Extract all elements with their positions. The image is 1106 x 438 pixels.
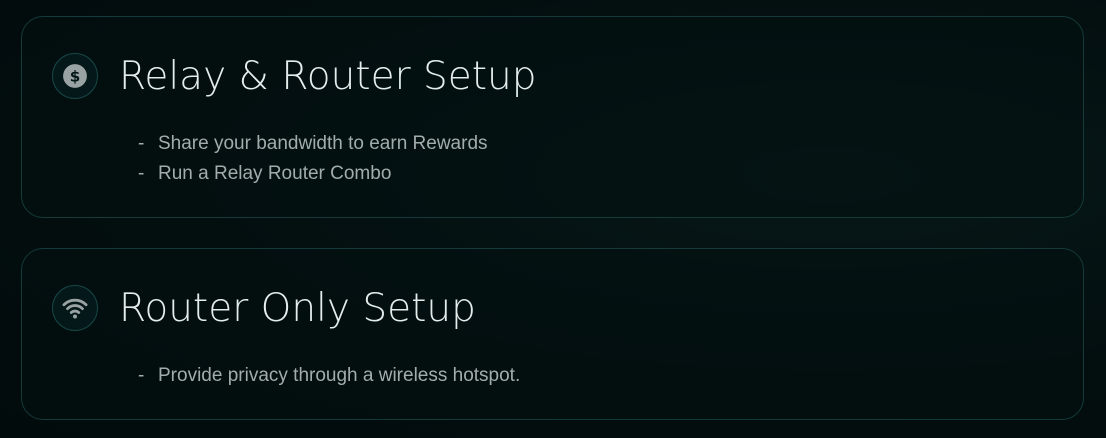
relay-router-setup-card[interactable]: $ Relay & Router Setup - Share your bandw… bbox=[21, 16, 1084, 218]
bullet-marker: - bbox=[138, 163, 145, 184]
svg-text:$: $ bbox=[70, 67, 81, 85]
wifi-icon bbox=[52, 285, 98, 331]
feature-list: - Share your bandwidth to earn Rewards -R… bbox=[138, 129, 488, 189]
list-item: - Provide privacy through a wireless hots… bbox=[138, 361, 520, 391]
bullet-marker: - bbox=[138, 133, 145, 154]
list-item: - Run a Relay Router Combo bbox=[138, 159, 488, 189]
router-only-setup-card[interactable]: Router Only Setup - Provide privacy throu… bbox=[21, 248, 1084, 420]
card-title: Router Only Setup bbox=[119, 286, 476, 331]
list-item: - Share your bandwidth to earn Rewards bbox=[138, 129, 488, 159]
card-title: Relay & Router Setup bbox=[119, 54, 537, 99]
feature-list: - Provide privacy through a wireless hots… bbox=[138, 361, 520, 391]
list-item-text: Provide privacy through a wireless hotsp… bbox=[158, 365, 521, 386]
dollar-coin-icon: $ bbox=[52, 53, 98, 99]
bullet-marker: - bbox=[138, 365, 145, 386]
list-item-text: Share your bandwidth to earn Rewards bbox=[158, 133, 488, 154]
list-item-text: Run a Relay Router Combo bbox=[158, 163, 392, 184]
